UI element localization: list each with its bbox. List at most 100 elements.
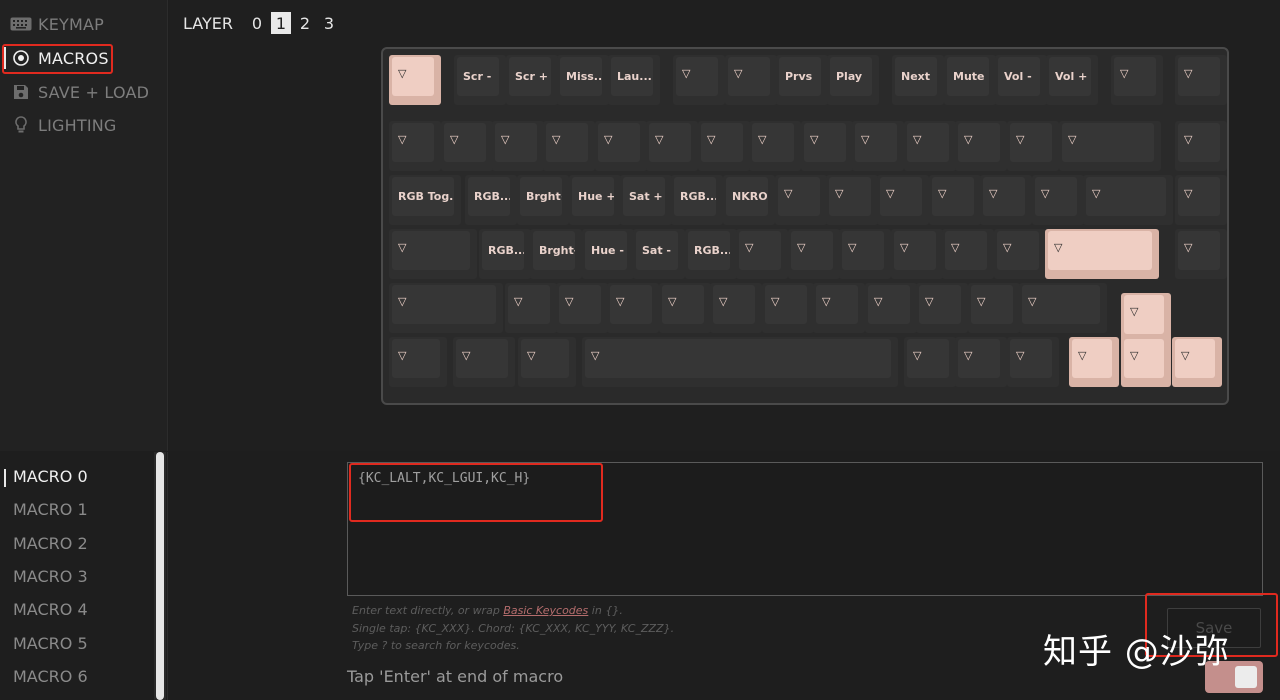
key-r2-c0[interactable]: RGB Tog...	[389, 175, 461, 225]
key-r4-c9[interactable]: ▽	[916, 283, 968, 333]
macro-editor-textarea[interactable]: {KC_LALT,KC_LGUI,KC_H}	[347, 462, 1263, 596]
key-r2-c13[interactable]: ▽	[1083, 175, 1173, 225]
macro-item-3[interactable]: MACRO 3	[13, 567, 88, 586]
key-r3-c7[interactable]: ▽	[788, 229, 840, 279]
key-r5-c6[interactable]: ▽	[1007, 337, 1059, 387]
key-r0-c12[interactable]: Vol +	[1046, 55, 1098, 105]
key-r1-c12[interactable]: ▽	[1007, 121, 1059, 171]
key-r0-c4[interactable]: Lau...	[608, 55, 660, 105]
key-r5-c9[interactable]: ▽	[1172, 337, 1222, 387]
key-r5-c0[interactable]: ▽	[389, 337, 447, 387]
key-r2-c9[interactable]: ▽	[877, 175, 929, 225]
key-r3-c8[interactable]: ▽	[839, 229, 891, 279]
key-r1-c3[interactable]: ▽	[543, 121, 595, 171]
key-r3-c6[interactable]: ▽	[736, 229, 788, 279]
key-r5-c5[interactable]: ▽	[955, 337, 1007, 387]
key-r0-c6[interactable]: ▽	[725, 55, 777, 105]
key-r4-c6[interactable]: ▽	[762, 283, 814, 333]
key-r2-c3[interactable]: Hue +	[569, 175, 621, 225]
basic-keycodes-link[interactable]: Basic Keycodes	[503, 604, 588, 617]
key-r2-c4[interactable]: Sat +	[620, 175, 672, 225]
key-r4-c10[interactable]: ▽	[968, 283, 1020, 333]
key-r5-c2[interactable]: ▽	[518, 337, 576, 387]
layer-button-0[interactable]: 0	[247, 12, 267, 34]
key-r1-c13[interactable]: ▽	[1059, 121, 1161, 171]
key-r2-c1[interactable]: RGB...	[465, 175, 517, 225]
sidebar-item-lighting[interactable]: LIGHTING	[10, 110, 117, 140]
key-r4-c2[interactable]: ▽	[556, 283, 608, 333]
key-r4-c0[interactable]: ▽	[389, 283, 503, 333]
key-r1-c7[interactable]: ▽	[749, 121, 801, 171]
key-r3-c12[interactable]: ▽	[1045, 229, 1159, 279]
key-r0-c5[interactable]: ▽	[673, 55, 725, 105]
macro-list-scrollbar[interactable]	[154, 452, 166, 700]
key-r2-c14[interactable]: ▽	[1175, 175, 1227, 225]
key-r5-c7[interactable]: ▽	[1069, 337, 1119, 387]
key-r1-c10[interactable]: ▽	[904, 121, 956, 171]
key-r2-c7[interactable]: ▽	[775, 175, 827, 225]
key-r3-c0[interactable]: ▽	[389, 229, 477, 279]
key-r4-c12[interactable]: ▽	[1121, 293, 1171, 343]
key-r5-c8[interactable]: ▽	[1121, 337, 1171, 387]
key-r0-c10[interactable]: Mute	[944, 55, 996, 105]
key-r4-c3[interactable]: ▽	[607, 283, 659, 333]
key-r5-c1[interactable]: ▽	[453, 337, 515, 387]
macro-item-6[interactable]: MACRO 6	[13, 667, 88, 686]
sidebar-item-save-load[interactable]: SAVE + LOAD	[10, 77, 149, 107]
key-r3-c5[interactable]: RGB...	[685, 229, 737, 279]
layer-button-3[interactable]: 3	[319, 12, 339, 34]
scrollbar-thumb[interactable]	[156, 452, 164, 700]
key-r4-c8[interactable]: ▽	[865, 283, 917, 333]
key-r1-c9[interactable]: ▽	[852, 121, 904, 171]
key-r0-c11[interactable]: Vol -	[995, 55, 1047, 105]
key-r4-c4[interactable]: ▽	[659, 283, 711, 333]
key-r1-c4[interactable]: ▽	[595, 121, 647, 171]
key-r2-c6[interactable]: NKRO	[723, 175, 775, 225]
sidebar-item-keymap[interactable]: KEYMAP	[10, 9, 104, 39]
key-r5-c3[interactable]: ▽	[582, 337, 898, 387]
key-r3-c1[interactable]: RGB...	[479, 229, 531, 279]
layer-button-2[interactable]: 2	[295, 12, 315, 34]
key-r1-c5[interactable]: ▽	[646, 121, 698, 171]
key-r0-c13[interactable]: ▽	[1111, 55, 1163, 105]
key-r1-c11[interactable]: ▽	[955, 121, 1007, 171]
key-r2-c8[interactable]: ▽	[826, 175, 878, 225]
macro-item-2[interactable]: MACRO 2	[13, 534, 88, 553]
macro-item-1[interactable]: MACRO 1	[13, 500, 88, 519]
key-r0-c2[interactable]: Scr +	[506, 55, 558, 105]
key-r0-c14[interactable]: ▽	[1175, 55, 1227, 105]
macro-item-0[interactable]: MACRO 0	[4, 467, 88, 487]
key-r0-c1[interactable]: Scr -	[454, 55, 506, 105]
key-r4-c7[interactable]: ▽	[813, 283, 865, 333]
sidebar-item-macros[interactable]: MACROS	[4, 43, 109, 73]
key-r0-c3[interactable]: Miss...	[557, 55, 609, 105]
enter-toggle[interactable]	[1205, 661, 1263, 693]
key-r4-c11[interactable]: ▽	[1019, 283, 1107, 333]
key-r2-c5[interactable]: RGB...	[671, 175, 723, 225]
key-r2-c10[interactable]: ▽	[929, 175, 981, 225]
key-r1-c8[interactable]: ▽	[801, 121, 853, 171]
key-r2-c11[interactable]: ▽	[980, 175, 1032, 225]
key-r4-c1[interactable]: ▽	[505, 283, 557, 333]
key-r1-c6[interactable]: ▽	[698, 121, 750, 171]
key-r2-c12[interactable]: ▽	[1032, 175, 1084, 225]
key-r0-c7[interactable]: Prvs	[776, 55, 828, 105]
macro-item-4[interactable]: MACRO 4	[13, 600, 88, 619]
key-r3-c3[interactable]: Hue -	[582, 229, 634, 279]
save-button[interactable]: Save	[1167, 608, 1261, 648]
key-r4-c5[interactable]: ▽	[710, 283, 762, 333]
key-r3-c10[interactable]: ▽	[942, 229, 994, 279]
key-r1-c1[interactable]: ▽	[441, 121, 493, 171]
key-r0-c0[interactable]: ▽	[389, 55, 441, 105]
key-r0-c8[interactable]: Play	[827, 55, 879, 105]
key-r3-c11[interactable]: ▽	[994, 229, 1046, 279]
key-r1-c0[interactable]: ▽	[389, 121, 441, 171]
key-r2-c2[interactable]: Brght+	[517, 175, 569, 225]
key-r1-c14[interactable]: ▽	[1175, 121, 1227, 171]
layer-button-1[interactable]: 1	[270, 12, 291, 34]
key-r3-c4[interactable]: Sat -	[633, 229, 685, 279]
key-r3-c9[interactable]: ▽	[891, 229, 943, 279]
macro-item-5[interactable]: MACRO 5	[13, 634, 88, 653]
key-r1-c2[interactable]: ▽	[492, 121, 544, 171]
key-r3-c2[interactable]: Brght-	[530, 229, 582, 279]
